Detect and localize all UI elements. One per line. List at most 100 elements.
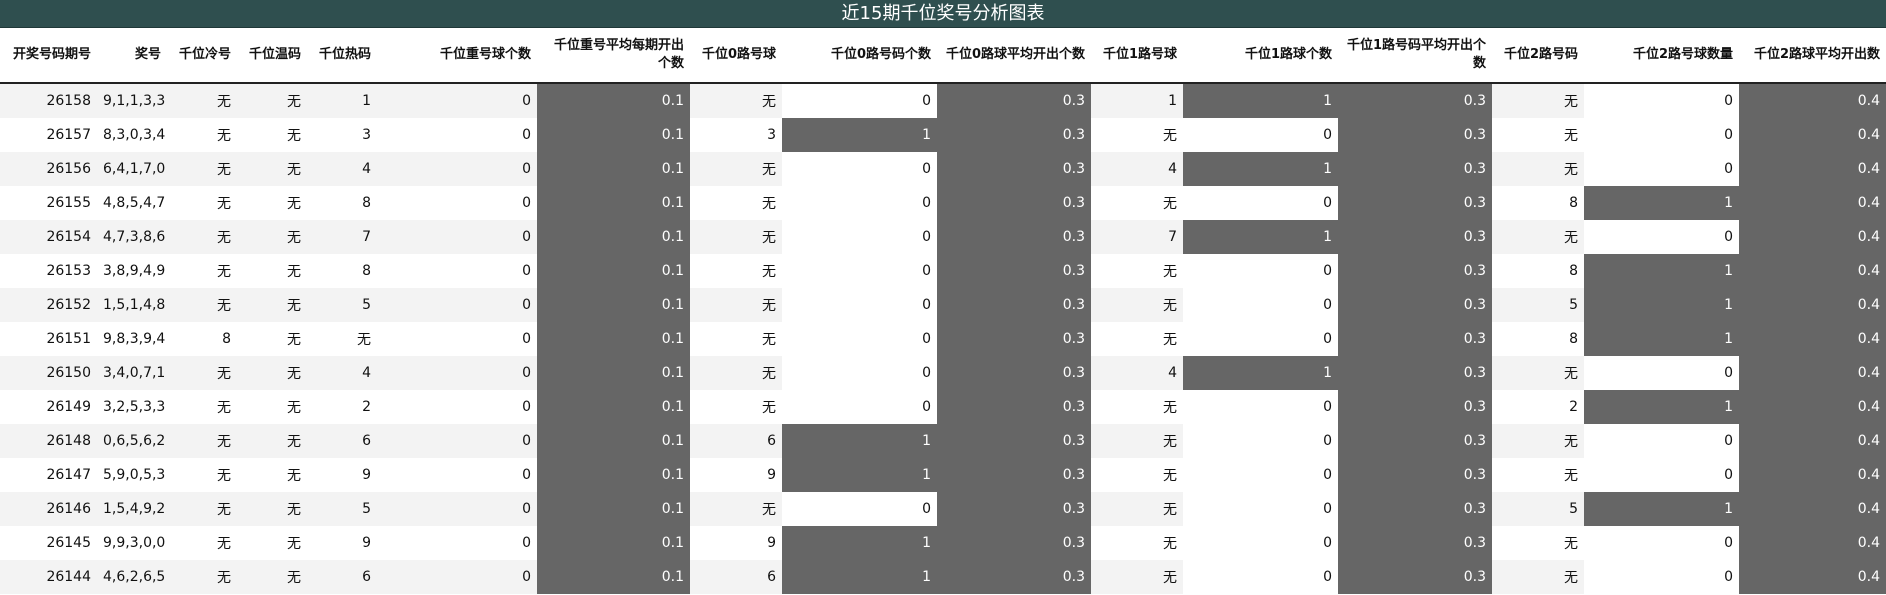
- table-cell: 0.3: [937, 254, 1091, 288]
- table-body: 26158 9,1,1,3,3 无无 1 0 0.1 无 0 0.3 1 1 0.3 无 0 0.4 2615…: [0, 83, 1886, 594]
- table-cell: 0.4: [1739, 118, 1886, 152]
- table-cell: 0.1: [537, 118, 690, 152]
- table-cell: 0.3: [937, 458, 1091, 492]
- table-row: 26144 4,6,2,6,5 无无 6 0 0.1 6 1 0.3 无 0 0.3 无 0 0.4: [0, 560, 1886, 594]
- table-cell: 0: [1584, 152, 1739, 186]
- column-header[interactable]: 千位2路球平均开出数: [1739, 28, 1886, 84]
- table-cell: 0: [1183, 526, 1338, 560]
- table-cell: 无: [1091, 458, 1183, 492]
- table-cell: 0: [377, 356, 537, 390]
- table-cell: 4: [307, 356, 377, 390]
- table-cell: 0: [1183, 118, 1338, 152]
- table-cell: 无: [307, 322, 377, 356]
- table-cell: 1: [1584, 390, 1739, 424]
- table-cell: 2: [307, 390, 377, 424]
- table-cell: 0.4: [1739, 322, 1886, 356]
- table-cell: 6: [307, 560, 377, 594]
- column-header[interactable]: 千位热码: [307, 28, 377, 84]
- table-cell: 无: [690, 254, 782, 288]
- table-cell: 26145: [0, 526, 97, 560]
- table-cell: 0,6,5,6,2: [97, 424, 167, 458]
- table-cell: 0.3: [937, 424, 1091, 458]
- column-header[interactable]: 千位0路球平均开出个数: [937, 28, 1091, 84]
- table-cell: 26155: [0, 186, 97, 220]
- table-cell: 4: [1091, 356, 1183, 390]
- table-cell: 0.1: [537, 458, 690, 492]
- table-cell: 无: [1091, 526, 1183, 560]
- table-cell: 0.4: [1739, 356, 1886, 390]
- table-cell: 0.1: [537, 390, 690, 424]
- table-cell: 2: [1492, 390, 1584, 424]
- table-cell: 4: [307, 152, 377, 186]
- table-cell: 无: [237, 152, 307, 186]
- column-header[interactable]: 千位冷号: [167, 28, 237, 84]
- column-header[interactable]: 千位2路号球数量: [1584, 28, 1739, 84]
- table-cell: 无: [1492, 220, 1584, 254]
- table-cell: 8: [1492, 254, 1584, 288]
- table-cell: 无: [167, 458, 237, 492]
- table-cell: 8,3,0,3,4: [97, 118, 167, 152]
- column-header[interactable]: 千位1路号球: [1091, 28, 1183, 84]
- table-row: 26157 8,3,0,3,4 无无 3 0 0.1 3 1 0.3 无 0 0.3 无 0 0.4: [0, 118, 1886, 152]
- table-cell: 0: [782, 322, 937, 356]
- table-cell: 3,8,9,4,9: [97, 254, 167, 288]
- table-cell: 0: [1183, 424, 1338, 458]
- column-header[interactable]: 奖号: [97, 28, 167, 84]
- column-header[interactable]: 千位1路球个数: [1183, 28, 1338, 84]
- table-cell: 0: [782, 288, 937, 322]
- table-cell: 0.4: [1739, 492, 1886, 526]
- table-cell: 无: [690, 356, 782, 390]
- table-cell: 0: [782, 83, 937, 118]
- table-cell: 无: [690, 152, 782, 186]
- table-cell: 无: [237, 254, 307, 288]
- table-cell: 1: [1183, 152, 1338, 186]
- table-cell: 1,5,4,9,2: [97, 492, 167, 526]
- page-title: 近15期千位奖号分析图表: [0, 0, 1886, 28]
- table-cell: 0.3: [1338, 83, 1492, 118]
- table-cell: 无: [237, 390, 307, 424]
- table-cell: 0: [1183, 458, 1338, 492]
- table-cell: 无: [1091, 492, 1183, 526]
- table-cell: 无: [1091, 186, 1183, 220]
- table-cell: 26150: [0, 356, 97, 390]
- table-cell: 0.3: [937, 152, 1091, 186]
- table-cell: 0.1: [537, 356, 690, 390]
- table-cell: 0.4: [1739, 220, 1886, 254]
- column-header[interactable]: 开奖号码期号: [0, 28, 97, 84]
- column-header[interactable]: 千位重号球个数: [377, 28, 537, 84]
- table-cell: 26157: [0, 118, 97, 152]
- column-header[interactable]: 千位0路号球: [690, 28, 782, 84]
- table-cell: 0.3: [1338, 220, 1492, 254]
- table-cell: 8: [307, 186, 377, 220]
- column-header[interactable]: 千位1路号码平均开出个数: [1338, 28, 1492, 84]
- column-header[interactable]: 千位温码: [237, 28, 307, 84]
- table-cell: 0: [377, 220, 537, 254]
- table-cell: 无: [1091, 424, 1183, 458]
- table-cell: 0: [782, 220, 937, 254]
- table-cell: 无: [690, 322, 782, 356]
- table-cell: 无: [237, 322, 307, 356]
- table-cell: 1: [1091, 83, 1183, 118]
- table-cell: 0.3: [1338, 526, 1492, 560]
- column-header[interactable]: 千位2路号码: [1492, 28, 1584, 84]
- table-cell: 无: [167, 526, 237, 560]
- table-cell: 3,2,5,3,3: [97, 390, 167, 424]
- table-cell: 无: [237, 560, 307, 594]
- table-cell: 5: [1492, 492, 1584, 526]
- header-row: 开奖号码期号 奖号 千位冷号 千位温码 千位热码 千位重号球个数 千位重号平均每…: [0, 28, 1886, 84]
- table-cell: 0: [1183, 492, 1338, 526]
- table-cell: 0.3: [937, 186, 1091, 220]
- table-cell: 无: [1091, 560, 1183, 594]
- table-cell: 26149: [0, 390, 97, 424]
- table-cell: 0: [782, 152, 937, 186]
- table-cell: 无: [167, 186, 237, 220]
- column-header[interactable]: 千位重号平均每期开出个数: [537, 28, 690, 84]
- table-cell: 0: [1183, 322, 1338, 356]
- table-cell: 无: [690, 390, 782, 424]
- table-cell: 无: [1492, 560, 1584, 594]
- table-cell: 0.3: [1338, 390, 1492, 424]
- column-header[interactable]: 千位0路号码个数: [782, 28, 937, 84]
- table-cell: 0: [377, 322, 537, 356]
- table-cell: 4,8,5,4,7: [97, 186, 167, 220]
- table-cell: 无: [237, 186, 307, 220]
